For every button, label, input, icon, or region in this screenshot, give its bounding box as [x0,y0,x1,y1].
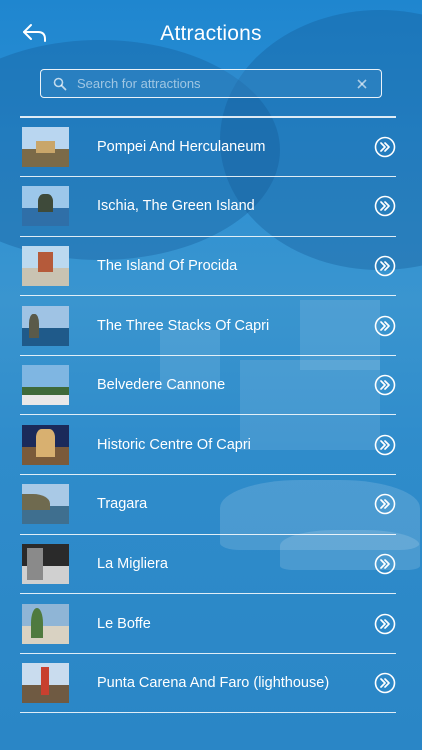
attraction-label: Le Boffe [97,615,151,632]
attraction-thumbnail [22,126,69,167]
attraction-label: Historic Centre Of Capri [97,436,251,453]
search-bar [40,69,382,98]
attraction-label: The Island Of Procida [97,257,238,274]
double-chevron-right-icon[interactable] [374,613,396,635]
attraction-label: Belvedere Cannone [97,377,226,394]
attraction-thumbnail [22,305,69,346]
attraction-label: Ischia, The Green Island [97,198,255,215]
attraction-label: Punta Carena And Faro (lighthouse) [97,675,330,692]
double-chevron-right-icon[interactable] [374,434,396,456]
search-icon [47,71,73,97]
list-item[interactable]: Le Boffe [20,594,396,654]
header: Attractions [0,0,422,68]
double-chevron-right-icon[interactable] [374,195,396,217]
double-chevron-right-icon[interactable] [374,672,396,694]
double-chevron-right-icon[interactable] [374,553,396,575]
list-item[interactable]: The Three Stacks Of Capri [20,296,396,356]
double-chevron-right-icon[interactable] [374,255,396,277]
list-item[interactable]: Punta Carena And Faro (lighthouse) [20,654,396,714]
attractions-list: Pompei And Herculaneum Ischia, The Green… [20,116,396,714]
list-item[interactable]: The Island Of Procida [20,237,396,297]
attraction-label: Pompei And Herculaneum [97,138,266,155]
list-item[interactable]: Belvedere Cannone [20,356,396,416]
attraction-thumbnail [22,663,69,704]
double-chevron-right-icon[interactable] [374,315,396,337]
clear-icon[interactable] [349,71,375,97]
list-item[interactable]: Pompei And Herculaneum [20,118,396,178]
list-item[interactable]: La Migliera [20,535,396,595]
list-item[interactable]: Tragara [20,475,396,535]
attraction-thumbnail [22,484,69,525]
attraction-thumbnail [22,543,69,584]
list-item[interactable]: Ischia, The Green Island [20,177,396,237]
attraction-thumbnail [22,424,69,465]
attraction-thumbnail [22,603,69,644]
attraction-label: The Three Stacks Of Capri [97,317,270,334]
attractions-screen: Attractions Pompei And Herculaneum [0,0,422,750]
double-chevron-right-icon[interactable] [374,493,396,515]
list-item[interactable]: Historic Centre Of Capri [20,415,396,476]
attraction-thumbnail [22,245,69,286]
attraction-label: Tragara [97,496,148,513]
page-title: Attractions [160,22,262,45]
attraction-thumbnail [22,186,69,227]
double-chevron-right-icon[interactable] [374,136,396,158]
search-input[interactable] [73,70,349,97]
attraction-thumbnail [22,365,69,406]
attraction-label: La Migliera [97,555,168,572]
double-chevron-right-icon[interactable] [374,374,396,396]
